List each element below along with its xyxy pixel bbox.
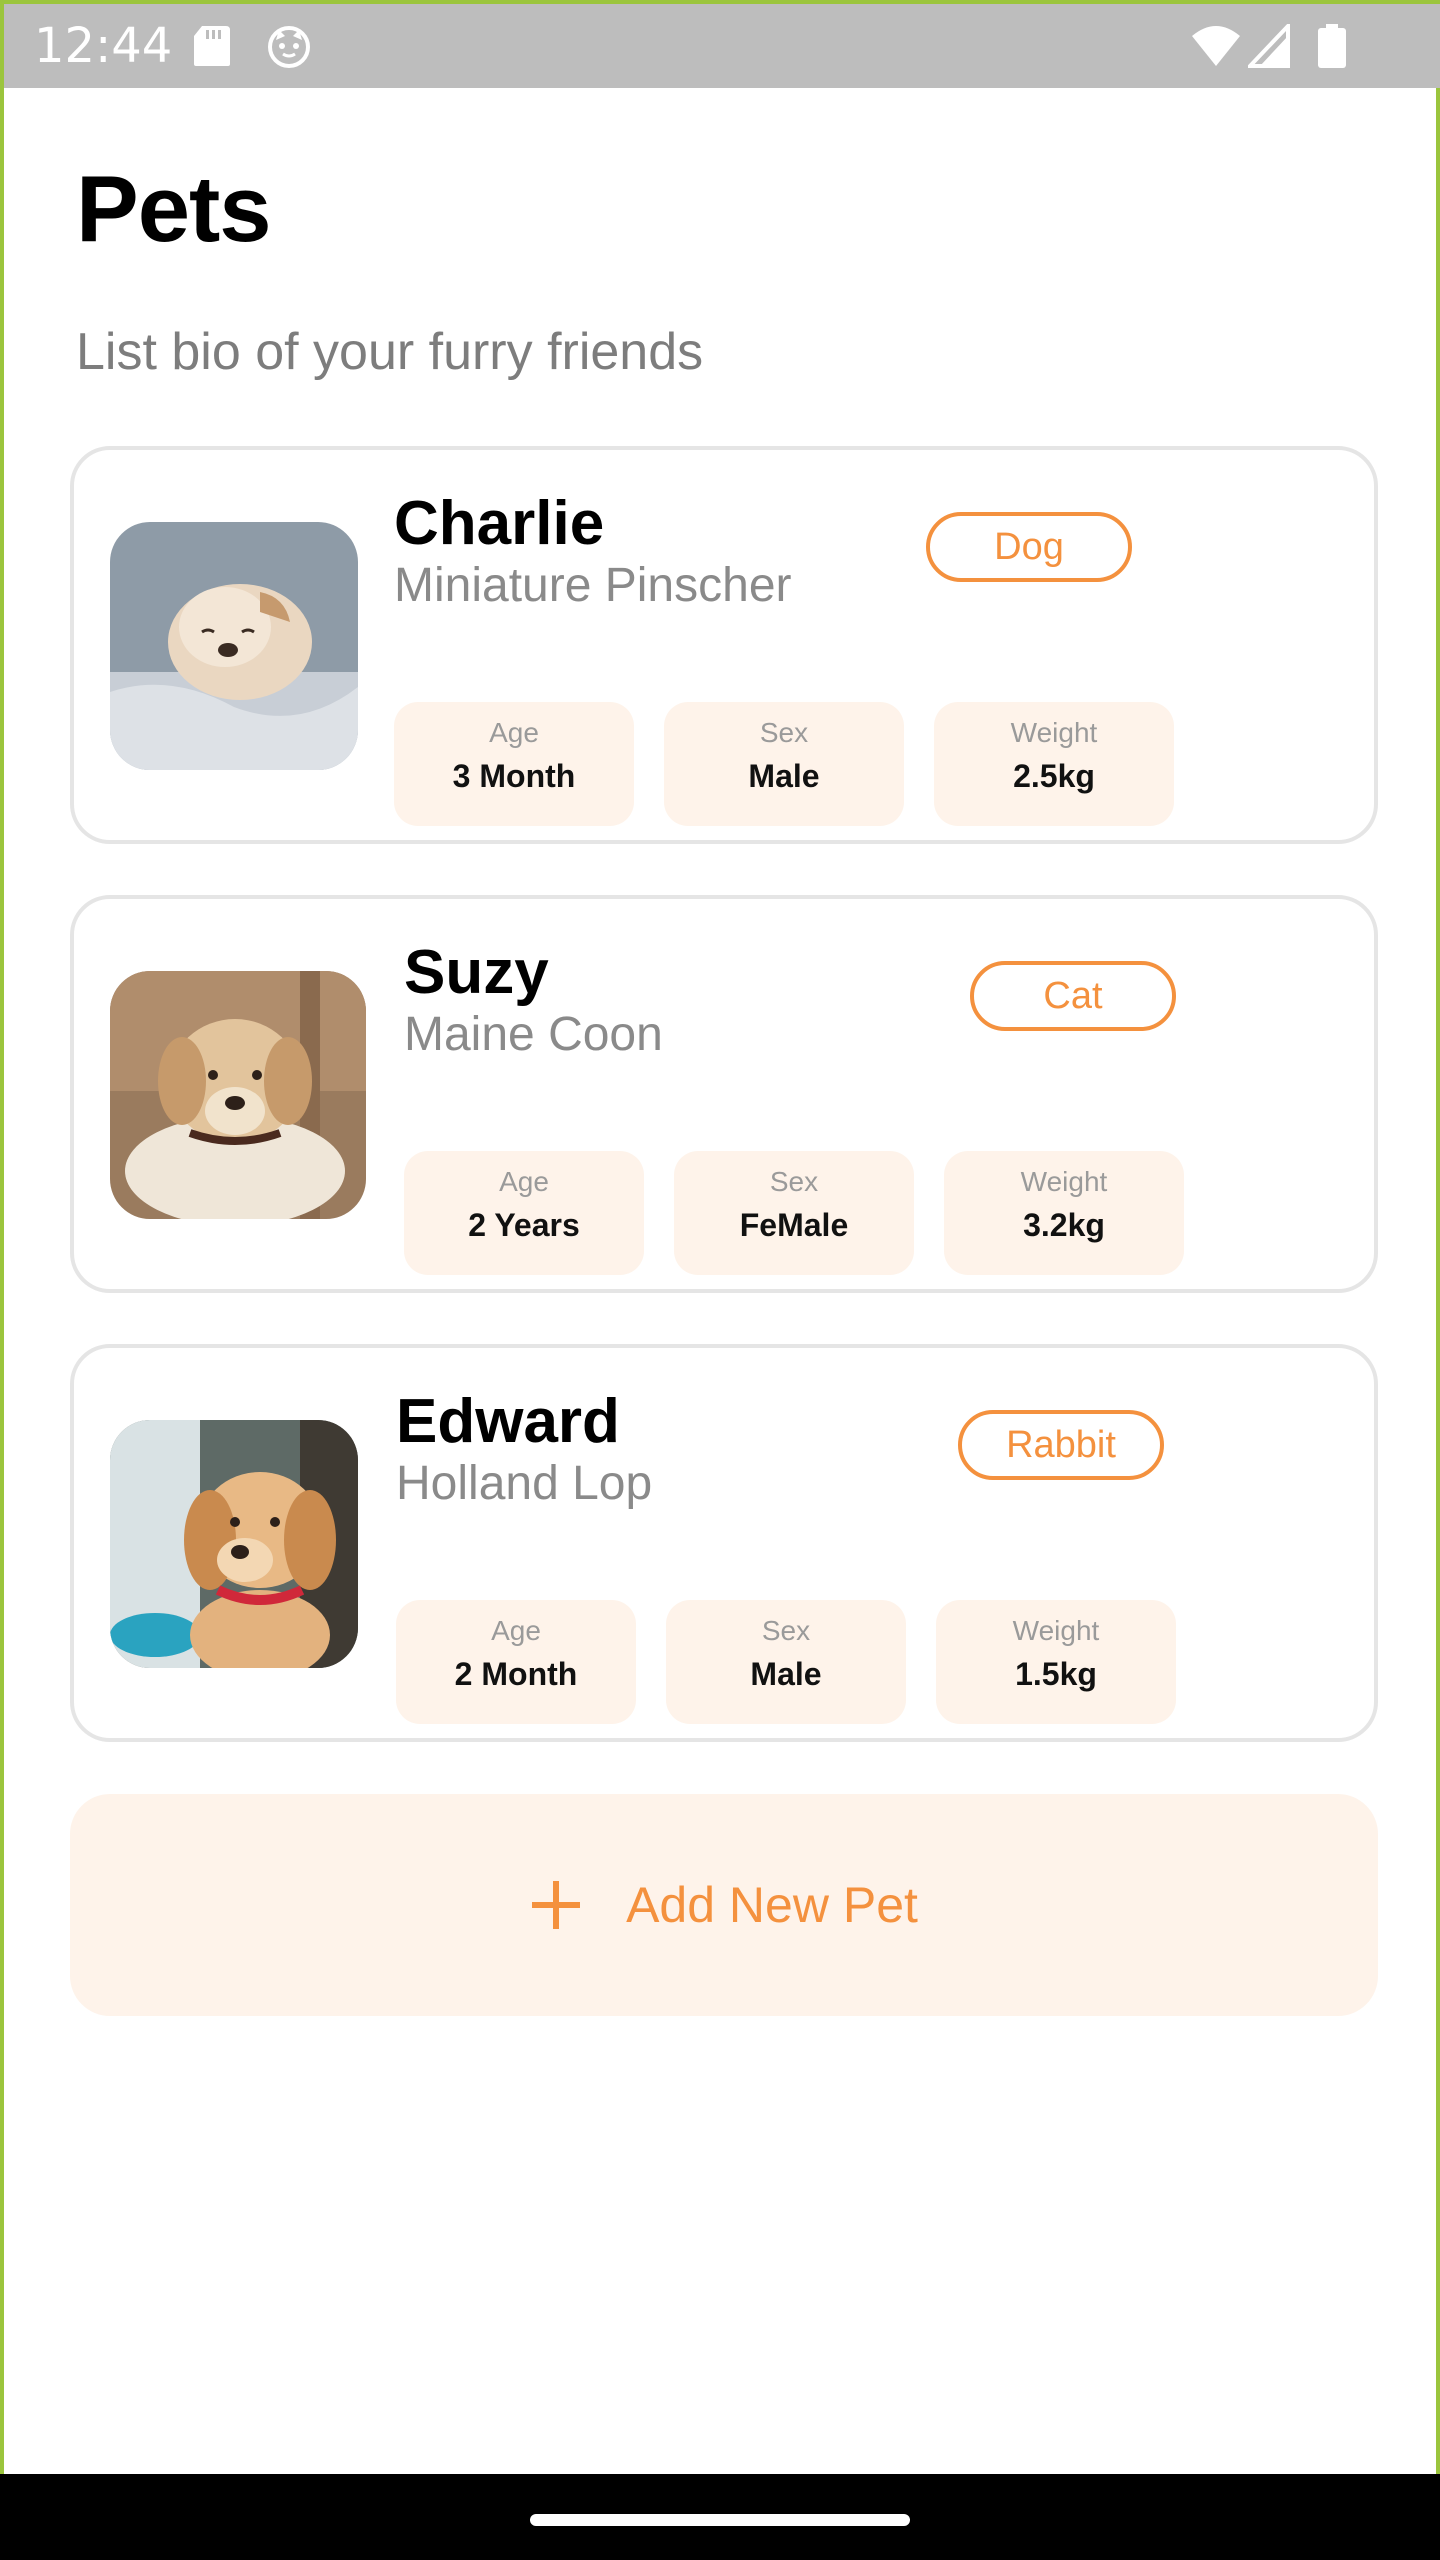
- stat-label: Sex: [759, 717, 809, 748]
- stat-label: Sex: [769, 1166, 819, 1197]
- stat-weight: Weight 3.2kg: [944, 1151, 1184, 1275]
- stat-sex: Sex Male: [666, 1600, 906, 1724]
- pet-stats: Age 2 Years Sex FeMale Weight 3.2kg: [404, 1151, 1184, 1275]
- navigation-bar: [0, 2474, 1440, 2560]
- pet-name: Edward: [396, 1387, 620, 1456]
- pet-stats: Age 3 Month Sex Male Weight 2.5kg: [394, 702, 1174, 826]
- stat-label: Age: [499, 1166, 549, 1197]
- stat-value: 3.2kg: [1023, 1207, 1105, 1243]
- stat-age: Age 2 Month: [396, 1600, 636, 1724]
- stat-label: Sex: [761, 1615, 811, 1646]
- pet-photo: [110, 971, 366, 1219]
- stat-value: 2 Years: [468, 1207, 580, 1243]
- pet-name: Suzy: [404, 938, 549, 1007]
- pet-card-edward[interactable]: Edward Holland Lop Rabbit Age 2 Month Se…: [70, 1344, 1378, 1742]
- pet-stats: Age 2 Month Sex Male Weight 1.5kg: [396, 1600, 1176, 1724]
- status-bar: 12:44: [4, 4, 1440, 88]
- pet-breed: Holland Lop: [396, 1457, 653, 1510]
- page-title: Pets: [76, 156, 272, 261]
- stat-value: Male: [750, 1656, 822, 1692]
- sd-card-icon: [194, 26, 230, 66]
- pet-name: Charlie: [394, 489, 605, 558]
- add-new-pet-button[interactable]: Add New Pet: [70, 1794, 1378, 2016]
- stat-age: Age 2 Years: [404, 1151, 644, 1275]
- signal-icon: [1248, 24, 1290, 68]
- stat-label: Age: [491, 1615, 541, 1646]
- stat-label: Weight: [1010, 717, 1098, 748]
- pet-breed: Miniature Pinscher: [394, 559, 792, 612]
- add-new-pet-label: Add New Pet: [626, 1877, 918, 1933]
- battery-icon: [1318, 24, 1346, 68]
- stat-label: Age: [489, 717, 539, 748]
- stat-value: 2 Month: [454, 1656, 578, 1692]
- home-indicator[interactable]: [530, 2514, 910, 2526]
- pet-type-badge: Dog: [926, 512, 1132, 582]
- status-time: 12:44: [34, 18, 173, 74]
- stat-weight: Weight 1.5kg: [936, 1600, 1176, 1724]
- pet-type-badge: Cat: [970, 961, 1176, 1031]
- app-frame: 12:44 Pets List bio of your furry friend…: [0, 0, 1440, 2474]
- cat-face-icon: [268, 26, 310, 68]
- stat-value: 3 Month: [452, 758, 576, 794]
- stat-label: Weight: [1012, 1615, 1100, 1646]
- pet-photo: [110, 522, 358, 770]
- stat-label: Weight: [1020, 1166, 1108, 1197]
- page-subtitle: List bio of your furry friends: [76, 323, 704, 381]
- stat-age: Age 3 Month: [394, 702, 634, 826]
- stat-value: FeMale: [739, 1207, 849, 1243]
- stat-sex: Sex Male: [664, 702, 904, 826]
- stat-weight: Weight 2.5kg: [934, 702, 1174, 826]
- stat-value: 2.5kg: [1013, 758, 1095, 794]
- stat-value: Male: [748, 758, 820, 794]
- pet-type-badge: Rabbit: [958, 1410, 1164, 1480]
- plus-icon: [532, 1881, 581, 1929]
- wifi-icon: [1192, 26, 1240, 66]
- pet-card-charlie[interactable]: Charlie Miniature Pinscher Dog Age 3 Mon…: [70, 446, 1378, 844]
- pet-photo: [110, 1420, 358, 1668]
- stat-value: 1.5kg: [1015, 1656, 1097, 1692]
- pet-breed: Maine Coon: [404, 1008, 663, 1061]
- pet-card-suzy[interactable]: Suzy Maine Coon Cat Age 2 Years Sex FeMa…: [70, 895, 1378, 1293]
- stat-sex: Sex FeMale: [674, 1151, 914, 1275]
